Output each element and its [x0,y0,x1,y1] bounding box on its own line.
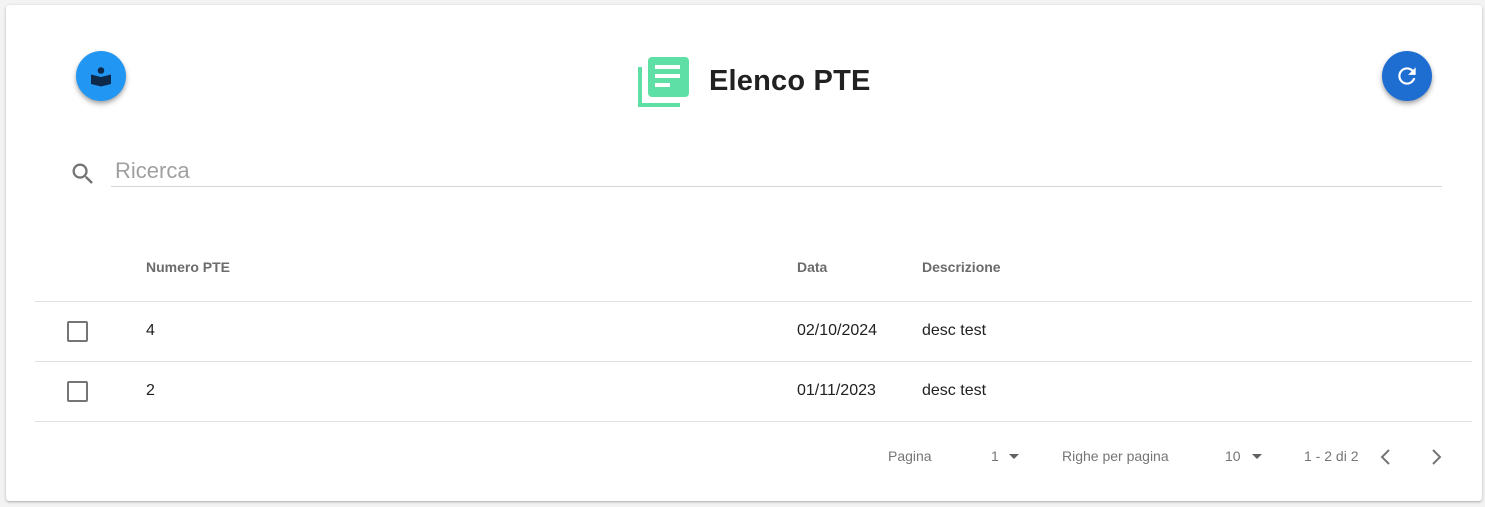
column-header-data[interactable]: Data [797,259,827,275]
page-select-value: 1 [991,448,999,464]
page-select[interactable]: 1 [991,448,999,464]
search-input[interactable] [111,155,1442,187]
cell-numero-pte: 2 [146,382,155,399]
chevron-left-icon[interactable] [1376,445,1396,469]
chevron-down-icon[interactable] [1252,454,1262,459]
page-header: Elenco PTE [638,55,871,107]
table-row[interactable]: 4 02/10/2024 desc test [35,302,1472,361]
row-checkbox[interactable] [67,381,88,402]
refresh-button[interactable] [1382,51,1432,101]
column-header-descrizione[interactable]: Descrizione [922,259,1001,275]
rows-per-page-select[interactable]: 10 [1225,448,1241,464]
page-label: Pagina [888,448,932,464]
cell-data: 02/10/2024 [797,322,878,339]
cell-data: 01/11/2023 [797,382,876,399]
chevron-down-icon[interactable] [1009,454,1019,459]
row-divider [35,421,1472,422]
list-document-icon [638,57,689,107]
pagination-range: 1 - 2 di 2 [1304,448,1359,464]
page-title: Elenco PTE [709,64,871,97]
rows-per-page-label: Righe per pagina [1062,448,1169,464]
chevron-right-icon[interactable] [1426,445,1446,469]
reader-book-icon [91,67,111,87]
row-checkbox[interactable] [67,321,88,342]
cell-descrizione: desc test [922,322,987,339]
cell-numero-pte: 4 [146,322,155,339]
column-header-numero-pte[interactable]: Numero PTE [146,259,230,275]
reader-button[interactable] [76,51,126,101]
pte-list-card: Elenco PTE Numero PTE Data Descrizione 4… [6,5,1482,501]
rows-per-page-value: 10 [1225,448,1241,464]
cell-descrizione: desc test [922,382,987,399]
search-icon [72,163,93,184]
refresh-icon [1398,67,1416,85]
table-row[interactable]: 2 01/11/2023 desc test [35,362,1472,421]
